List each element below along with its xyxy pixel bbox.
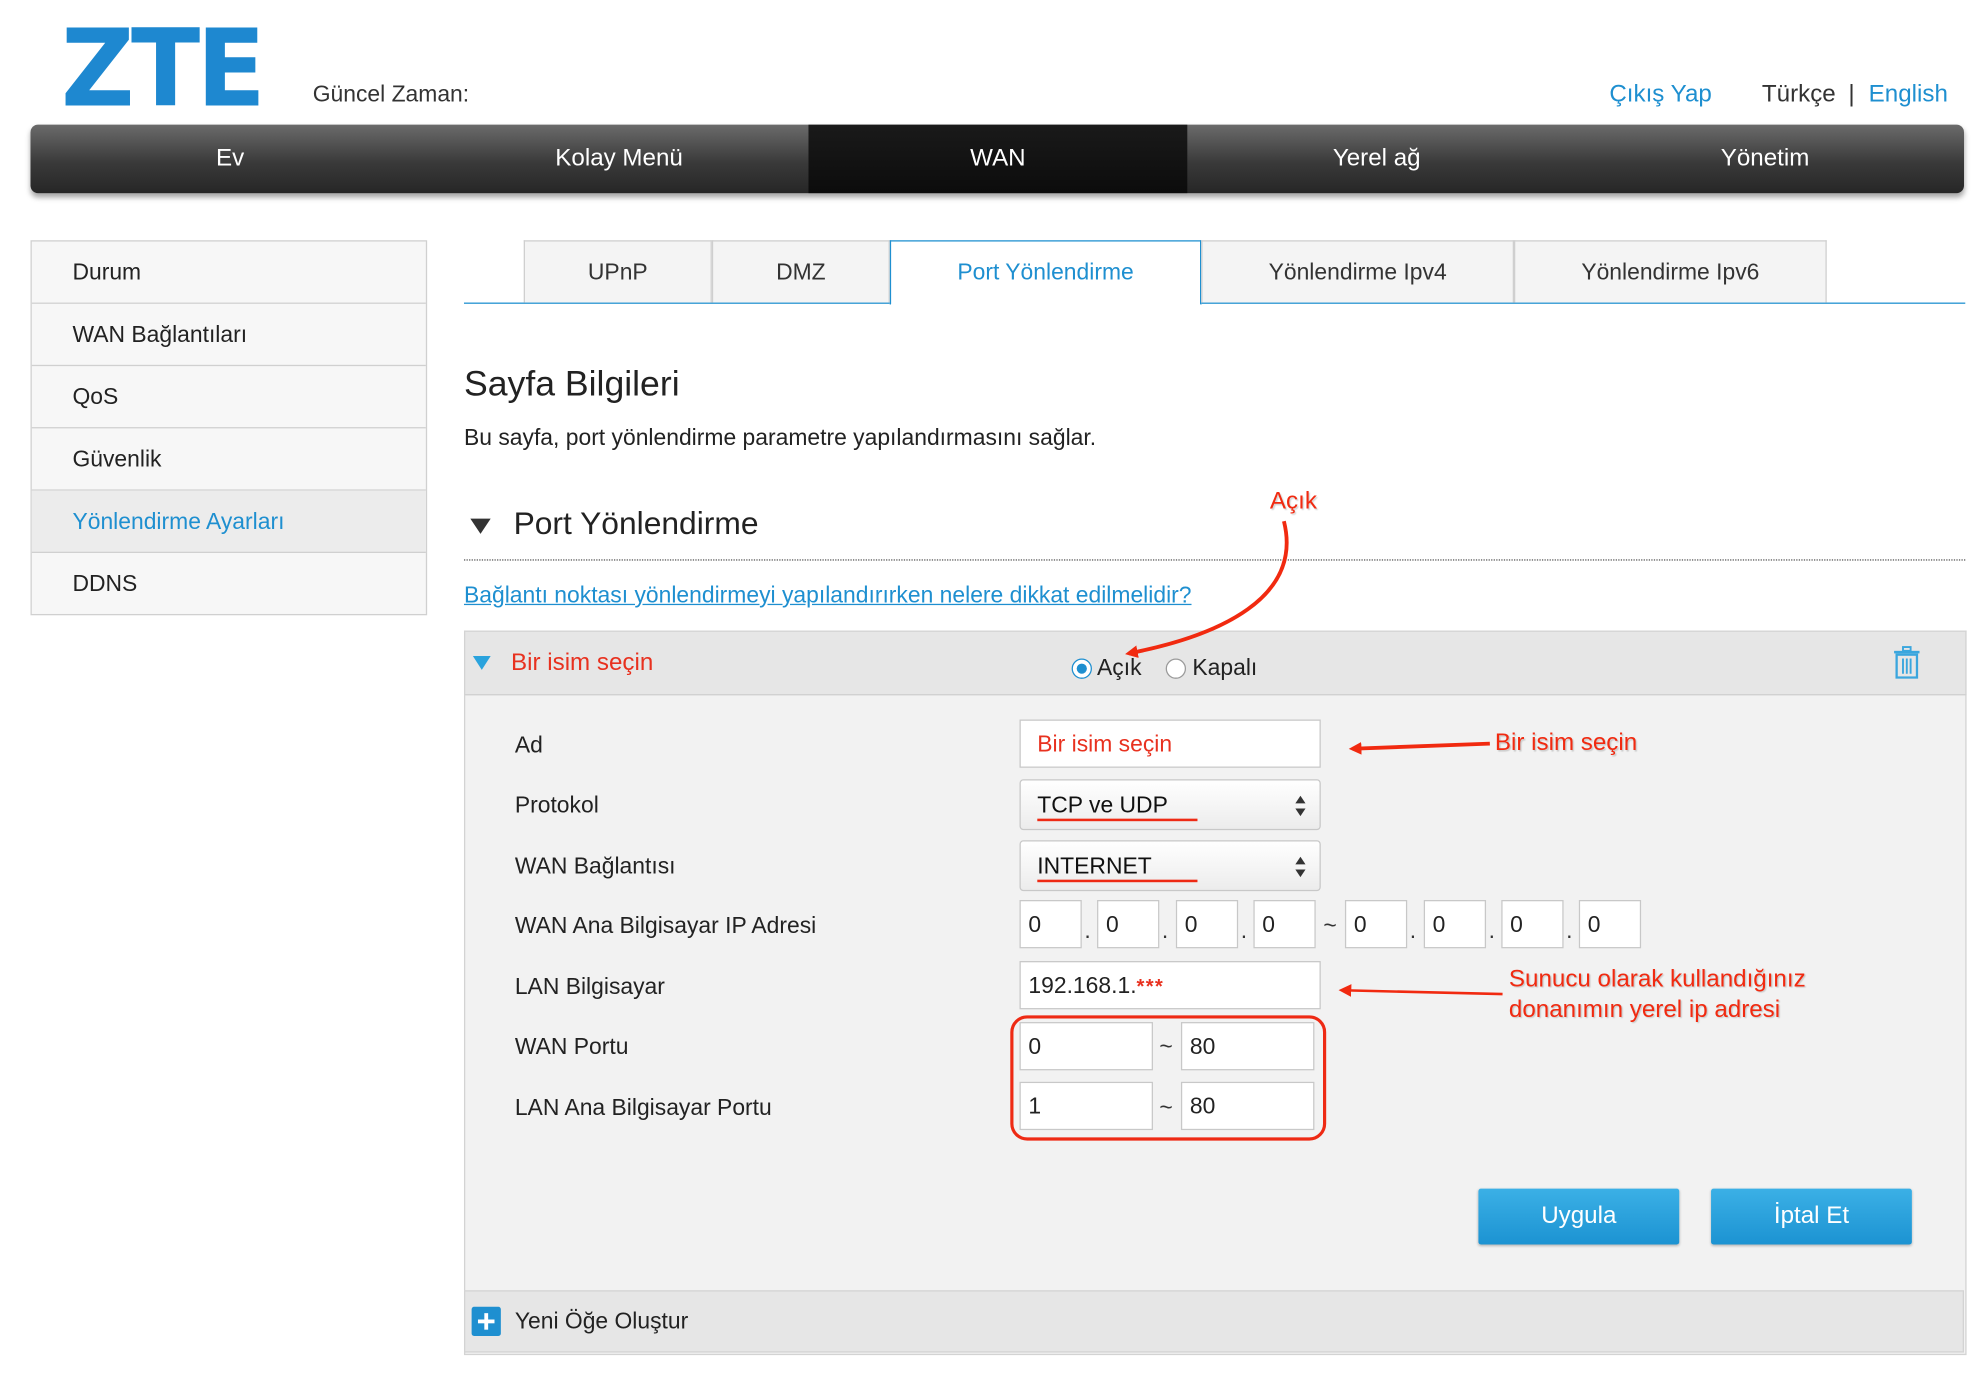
annotation-arrow-server (1338, 984, 1503, 997)
annotation-overlay (1010, 520, 1503, 1141)
annotation-server-line1: Sunucu olarak kullandığınız (1508, 966, 1806, 993)
port-highlight-box (1010, 1015, 1327, 1141)
annotation-open: Açık (1269, 488, 1317, 515)
annotation-arrow-name (1348, 741, 1490, 755)
annotation-arrow-open (1125, 520, 1289, 658)
annotation-server-line2: donanımın yerel ip adresi (1508, 996, 1781, 1024)
annotation-name: Bir isim seçin (1494, 729, 1638, 757)
